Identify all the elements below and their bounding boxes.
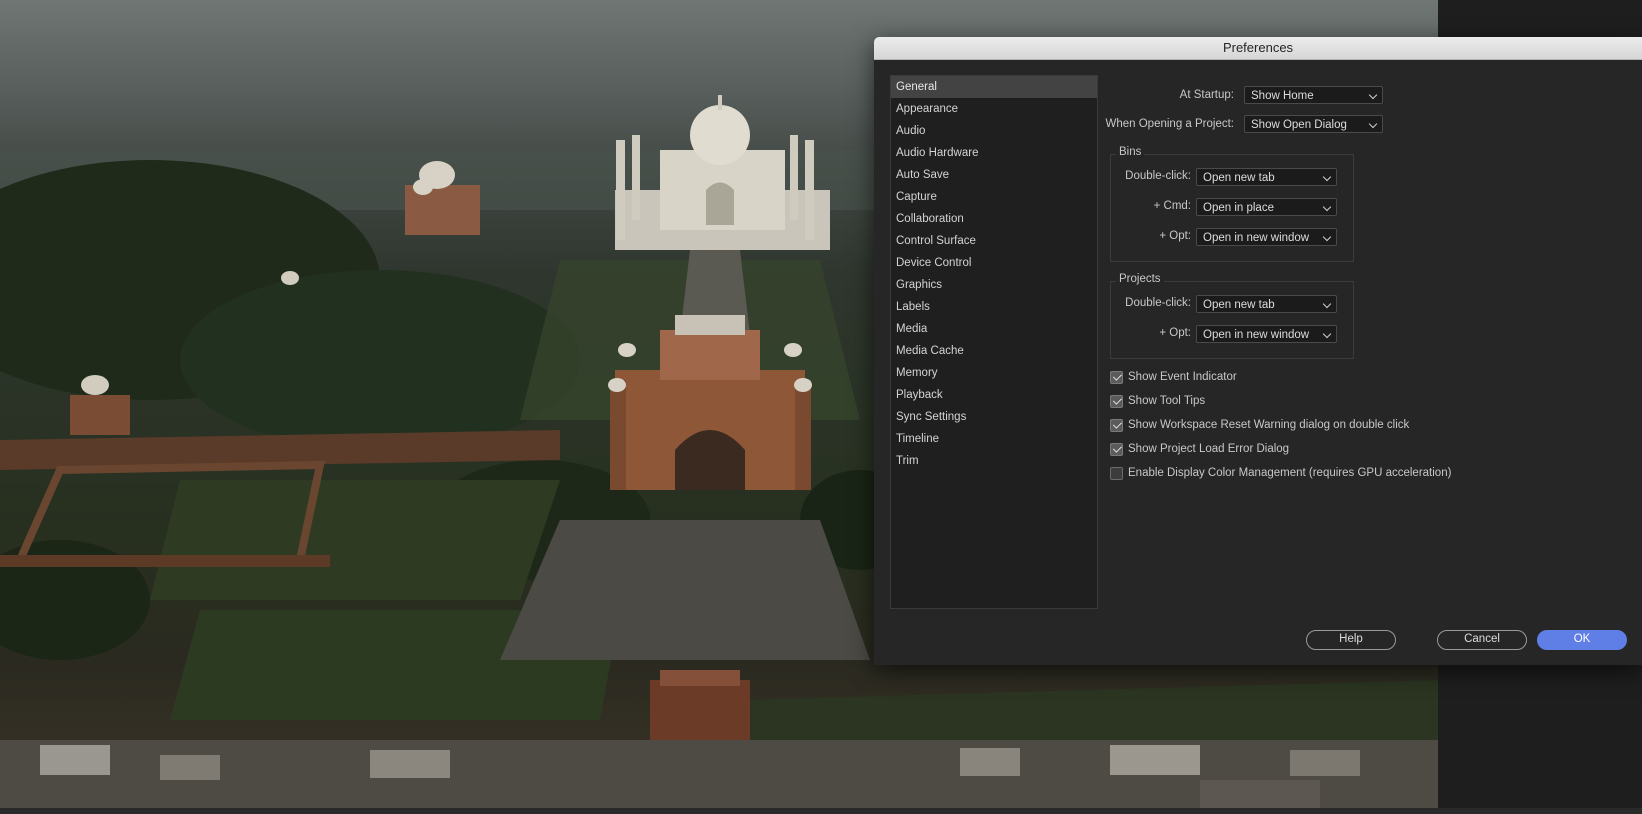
when-opening-project-label: When Opening a Project: xyxy=(1105,118,1235,130)
projects-opt-select[interactable]: Open in new window xyxy=(1196,325,1337,343)
enable-display-color-management-checkbox[interactable] xyxy=(1110,466,1123,480)
enable-display-color-management-label: Enable Display Color Management (require… xyxy=(1128,467,1452,479)
projects-opt-label: + Opt: xyxy=(1159,327,1191,339)
sidebar-item-media[interactable]: Media xyxy=(891,318,1097,340)
show-workspace-reset-warning-checkbox[interactable] xyxy=(1110,418,1123,432)
bins-double-click-label: Double-click: xyxy=(1125,170,1191,182)
show-tool-tips-checkbox[interactable] xyxy=(1110,394,1123,408)
show-project-load-error-label: Show Project Load Error Dialog xyxy=(1128,443,1290,455)
at-startup-value: Show Home xyxy=(1251,90,1314,102)
chevron-down-icon xyxy=(1322,329,1332,339)
projects-group-title: Projects xyxy=(1116,273,1164,285)
projects-double-click-label: Double-click: xyxy=(1125,297,1191,309)
ok-button[interactable]: OK xyxy=(1537,630,1627,650)
sidebar-item-collaboration[interactable]: Collaboration xyxy=(891,208,1097,230)
help-button[interactable]: Help xyxy=(1306,630,1396,650)
sidebar-item-media-cache[interactable]: Media Cache xyxy=(891,340,1097,362)
bins-cmd-select[interactable]: Open in place xyxy=(1196,198,1337,216)
at-startup-label: At Startup: xyxy=(1179,89,1234,101)
sidebar-item-trim[interactable]: Trim xyxy=(891,450,1097,472)
preferences-category-list[interactable]: General Appearance Audio Audio Hardware … xyxy=(890,75,1098,609)
chevron-down-icon xyxy=(1322,299,1332,309)
when-opening-project-value: Show Open Dialog xyxy=(1251,119,1347,131)
show-project-load-error-option[interactable]: Show Project Load Error Dialog xyxy=(1110,441,1289,457)
enable-display-color-management-option[interactable]: Enable Display Color Management (require… xyxy=(1110,465,1451,481)
show-event-indicator-checkbox[interactable] xyxy=(1110,370,1123,384)
sidebar-item-control-surface[interactable]: Control Surface xyxy=(891,230,1097,252)
bins-double-click-value: Open new tab xyxy=(1203,172,1275,184)
show-workspace-reset-warning-option[interactable]: Show Workspace Reset Warning dialog on d… xyxy=(1110,417,1409,433)
show-event-indicator-label: Show Event Indicator xyxy=(1128,371,1237,383)
chevron-down-icon xyxy=(1322,202,1332,212)
chevron-down-icon xyxy=(1322,232,1332,242)
show-tool-tips-label: Show Tool Tips xyxy=(1128,395,1206,407)
projects-double-click-select[interactable]: Open new tab xyxy=(1196,295,1337,313)
sidebar-item-labels[interactable]: Labels xyxy=(891,296,1097,318)
sidebar-item-sync-settings[interactable]: Sync Settings xyxy=(891,406,1097,428)
chevron-down-icon xyxy=(1322,172,1332,182)
when-opening-project-select[interactable]: Show Open Dialog xyxy=(1244,115,1383,133)
sidebar-item-device-control[interactable]: Device Control xyxy=(891,252,1097,274)
bins-double-click-select[interactable]: Open new tab xyxy=(1196,168,1337,186)
projects-opt-value: Open in new window xyxy=(1203,329,1310,341)
bins-group-title: Bins xyxy=(1116,146,1145,158)
show-event-indicator-option[interactable]: Show Event Indicator xyxy=(1110,369,1237,385)
bins-cmd-value: Open in place xyxy=(1203,202,1274,214)
sidebar-item-graphics[interactable]: Graphics xyxy=(891,274,1097,296)
at-startup-select[interactable]: Show Home xyxy=(1244,86,1383,104)
projects-double-click-value: Open new tab xyxy=(1203,299,1275,311)
bottom-strip xyxy=(0,808,1642,814)
bins-opt-value: Open in new window xyxy=(1203,232,1310,244)
sidebar-item-general[interactable]: General xyxy=(891,76,1097,98)
projects-group xyxy=(1110,281,1354,359)
bins-opt-select[interactable]: Open in new window xyxy=(1196,228,1337,246)
bins-opt-label: + Opt: xyxy=(1159,230,1191,242)
sidebar-item-appearance[interactable]: Appearance xyxy=(891,98,1097,120)
show-tool-tips-option[interactable]: Show Tool Tips xyxy=(1110,393,1205,409)
sidebar-item-auto-save[interactable]: Auto Save xyxy=(891,164,1097,186)
show-project-load-error-checkbox[interactable] xyxy=(1110,442,1123,456)
sidebar-item-timeline[interactable]: Timeline xyxy=(891,428,1097,450)
sidebar-item-memory[interactable]: Memory xyxy=(891,362,1097,384)
sidebar-item-playback[interactable]: Playback xyxy=(891,384,1097,406)
chevron-down-icon xyxy=(1368,90,1378,100)
dialog-title: Preferences xyxy=(874,37,1642,60)
show-workspace-reset-warning-label: Show Workspace Reset Warning dialog on d… xyxy=(1128,419,1410,431)
sidebar-item-audio-hardware[interactable]: Audio Hardware xyxy=(891,142,1097,164)
chevron-down-icon xyxy=(1368,119,1378,129)
sidebar-item-capture[interactable]: Capture xyxy=(891,186,1097,208)
sidebar-item-audio[interactable]: Audio xyxy=(891,120,1097,142)
bins-cmd-label: + Cmd: xyxy=(1153,200,1191,212)
cancel-button[interactable]: Cancel xyxy=(1437,630,1527,650)
